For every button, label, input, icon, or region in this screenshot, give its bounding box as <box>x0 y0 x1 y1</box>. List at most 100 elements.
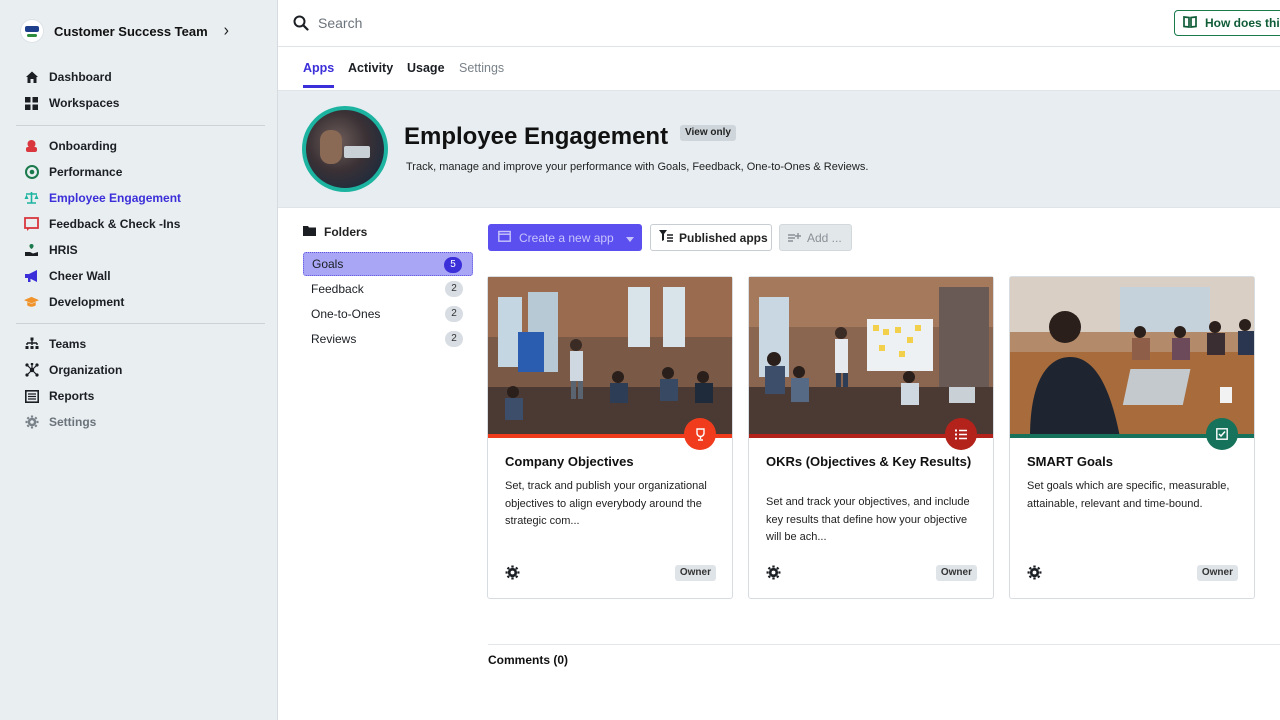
nav-group-apps: Onboarding Performance Employee Engageme… <box>16 133 266 315</box>
folders-panel: Folders Goals 5 Feedback 2 One-to-Ones 2… <box>303 224 473 351</box>
sidebar-item-label: Employee Engagement <box>49 191 182 205</box>
tab-bar: Apps Activity Usage Settings <box>278 47 1280 90</box>
scale-icon <box>24 191 39 206</box>
megaphone-icon <box>24 269 39 284</box>
tab-apps[interactable]: Apps <box>303 61 335 88</box>
sidebar-item-label: Reports <box>49 389 95 403</box>
card-title: Company Objectives <box>505 454 634 469</box>
sidebar: Customer Success Team › Dashboard Worksp… <box>0 0 278 720</box>
create-new-app-button[interactable]: Create a new app <box>488 224 642 251</box>
folder-label: Feedback <box>311 282 364 296</box>
team-logo <box>20 19 44 43</box>
card-photo <box>749 277 993 437</box>
tab-activity[interactable]: Activity <box>348 61 393 75</box>
sidebar-item-performance[interactable]: Performance <box>16 159 266 185</box>
sidebar-item-label: Settings <box>49 415 97 429</box>
how-does-this-work-button[interactable]: How does this work? <box>1174 10 1280 36</box>
folder-feedback[interactable]: Feedback 2 <box>303 277 473 301</box>
sidebar-item-label: Teams <box>49 337 87 351</box>
app-avatar <box>302 106 388 192</box>
caret-down-icon <box>625 231 634 245</box>
home-icon <box>24 70 39 85</box>
feedback-icon <box>24 217 39 232</box>
sidebar-item-label: Feedback & Check -Ins <box>49 217 181 231</box>
page-description: Track, manage and improve your performan… <box>406 161 869 173</box>
tab-settings[interactable]: Settings <box>459 61 504 75</box>
how-does-this-work-label: How does this work? <box>1205 16 1280 30</box>
app-card-smart-goals[interactable]: SMART Goals Set goals which are specific… <box>1009 276 1255 599</box>
comments-heading[interactable]: Comments (0) <box>488 653 568 667</box>
folder-reviews[interactable]: Reviews 2 <box>303 327 473 351</box>
folders-heading: Folders <box>303 224 473 240</box>
sidebar-item-workspaces[interactable]: Workspaces <box>16 90 266 116</box>
owner-badge: Owner <box>674 565 716 581</box>
sidebar-item-organization[interactable]: Organization <box>16 357 266 383</box>
folder-count: 2 <box>445 306 463 322</box>
network-icon <box>24 363 39 378</box>
tab-usage[interactable]: Usage <box>407 61 445 75</box>
sidebar-item-label: Cheer Wall <box>49 269 111 283</box>
sidebar-item-employee-engagement[interactable]: Employee Engagement <box>16 185 266 211</box>
card-settings-gear-icon[interactable] <box>505 565 520 580</box>
filter-icon <box>659 230 673 245</box>
grid-icon <box>24 96 39 111</box>
published-apps-button[interactable]: Published apps <box>650 224 772 251</box>
sidebar-item-label: Performance <box>49 165 123 179</box>
card-title: OKRs (Objectives & Key Results) <box>766 454 972 469</box>
nav-group-main: Dashboard Workspaces <box>16 64 266 116</box>
sidebar-item-label: Organization <box>49 363 123 377</box>
sidebar-divider <box>16 125 265 126</box>
folder-one-to-ones[interactable]: One-to-Ones 2 <box>303 302 473 326</box>
card-settings-gear-icon[interactable] <box>1027 565 1042 580</box>
top-bar: How does this work? <box>278 0 1280 47</box>
comments-divider <box>488 644 1280 645</box>
sidebar-item-label: Dashboard <box>49 70 112 84</box>
sidebar-item-reports[interactable]: Reports <box>16 383 266 409</box>
hand-plant-icon <box>24 243 39 258</box>
card-description: Set goals which are specific, measurable… <box>1027 480 1230 510</box>
folder-label: Reviews <box>311 332 357 346</box>
owner-badge: Owner <box>935 565 977 581</box>
app-card-okrs[interactable]: OKRs (Objectives & Key Results) Set and … <box>748 276 994 599</box>
app-card-company-objectives[interactable]: Company Objectives Set, track and publis… <box>487 276 733 599</box>
sidebar-item-onboarding[interactable]: Onboarding <box>16 133 266 159</box>
sidebar-item-label: Workspaces <box>49 96 120 110</box>
checkbox-icon <box>1206 418 1238 450</box>
page-header: Employee Engagement View only Track, man… <box>278 90 1280 208</box>
folder-label: Goals <box>312 257 344 271</box>
folders-title: Folders <box>324 225 368 239</box>
card-description: Set, track and publish your organization… <box>505 480 707 527</box>
card-title: SMART Goals <box>1027 454 1113 469</box>
team-switcher[interactable]: Customer Success Team › <box>20 18 229 44</box>
sidebar-item-development[interactable]: Development <box>16 289 266 315</box>
report-icon <box>24 389 39 404</box>
graduation-cap-icon <box>24 295 39 310</box>
team-name: Customer Success Team <box>54 23 208 39</box>
create-new-app-label: Create a new app <box>519 230 614 245</box>
list-icon <box>945 418 977 450</box>
add-list-icon <box>788 231 801 245</box>
sidebar-divider <box>16 323 265 324</box>
gear-icon <box>24 415 39 430</box>
sidebar-item-cheer-wall[interactable]: Cheer Wall <box>16 263 266 289</box>
sidebar-item-settings[interactable]: Settings <box>16 409 266 435</box>
sidebar-item-hris[interactable]: HRIS <box>16 237 266 263</box>
search-input[interactable] <box>318 12 718 34</box>
search-icon <box>293 15 309 31</box>
sidebar-item-teams[interactable]: Teams <box>16 331 266 357</box>
chevron-right-icon: › <box>223 21 229 40</box>
sidebar-item-label: Development <box>49 295 125 309</box>
page-title: Employee Engagement <box>404 123 669 150</box>
add-button[interactable]: Add ... <box>779 224 852 251</box>
folder-count: 2 <box>445 331 463 347</box>
folder-icon <box>303 225 316 239</box>
org-chart-icon <box>24 337 39 352</box>
trophy-icon <box>684 418 716 450</box>
folder-count: 5 <box>444 257 462 273</box>
calendar-icon <box>498 230 511 245</box>
card-settings-gear-icon[interactable] <box>766 565 781 580</box>
folder-goals[interactable]: Goals 5 <box>303 252 473 276</box>
book-icon <box>1183 15 1197 31</box>
sidebar-item-feedback[interactable]: Feedback & Check -Ins <box>16 211 266 237</box>
sidebar-item-dashboard[interactable]: Dashboard <box>16 64 266 90</box>
